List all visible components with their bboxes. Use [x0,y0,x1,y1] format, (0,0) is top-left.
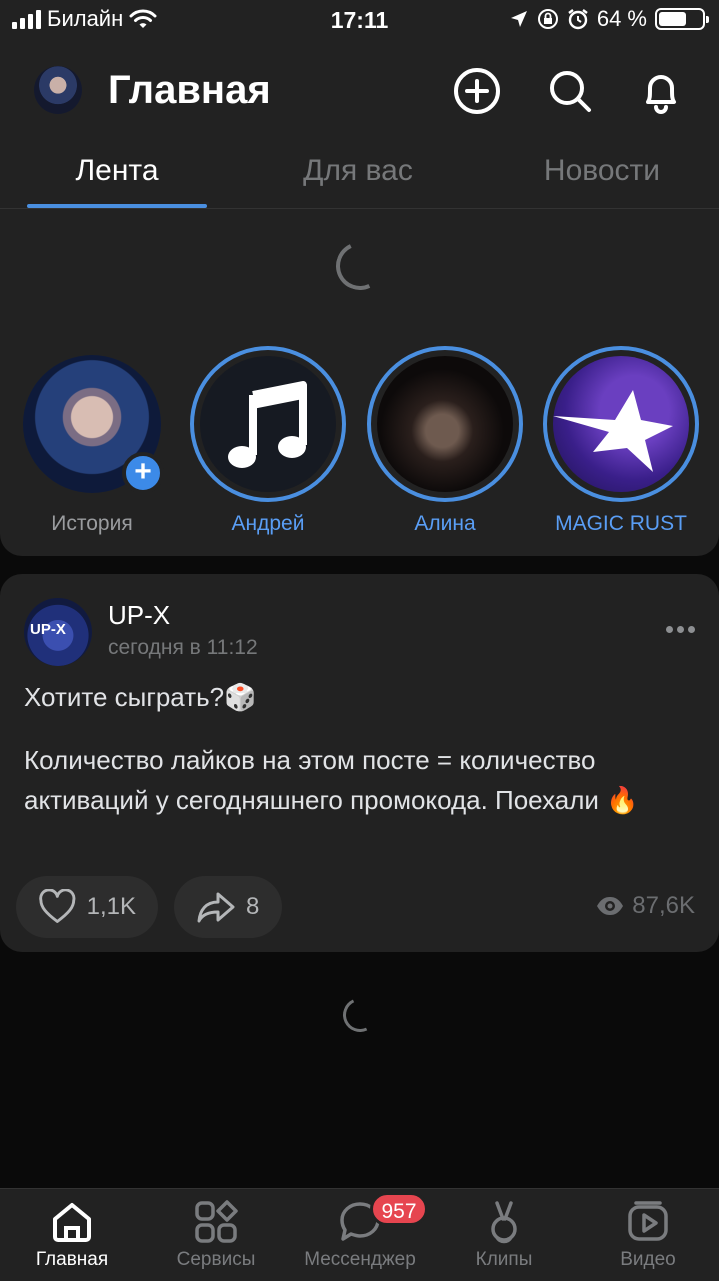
nav-label: Клипы [475,1249,533,1270]
views-counter: 87,6K [596,892,695,920]
share-button[interactable]: 8 [174,876,282,938]
bottom-navigation: Главная Сервисы Мессенджер Клипы Видео [0,1188,719,1281]
story-magic-rust[interactable]: MAGIC RUST [543,346,699,536]
nav-video[interactable]: Видео [576,1189,719,1271]
app-header: Главная [0,60,719,120]
eye-icon [597,897,624,915]
heart-icon [39,889,76,923]
services-icon [195,1200,238,1243]
story-andrey[interactable]: Андрей [190,346,346,536]
post-text-body: Количество лайков на этом посте = количе… [24,745,639,815]
profile-avatar[interactable] [34,66,82,114]
search-icon[interactable] [545,66,595,116]
messenger-unread-badge: 957 [370,1192,428,1226]
post-author-avatar[interactable]: UP-X [24,598,92,666]
avatar-text: UP-X [30,621,66,638]
share-icon [197,892,235,923]
story-label: История [51,512,133,535]
add-story-plus-icon[interactable]: + [122,452,164,494]
story-label: Андрей [231,512,305,535]
notifications-bell-icon[interactable] [636,66,686,116]
tab-lenta[interactable]: Лента [27,154,207,188]
active-tab-indicator [27,204,207,208]
story-add[interactable]: История [14,346,170,536]
status-bar: Билайн 17:11 64 % [0,0,719,42]
post-card: UP-X UP-X сегодня в 11:12 Хотите сыграть… [0,574,719,952]
story-thumb [200,356,336,492]
story-thumb [377,356,513,492]
story-ring [190,346,346,502]
battery-fill [659,12,686,26]
post-text-title: Хотите сыграть?🎲 [24,682,257,712]
star-icon [553,390,673,472]
share-count: 8 [246,893,260,920]
views-count: 87,6K [632,892,695,919]
nav-label: Видео [620,1249,676,1270]
status-right: 64 % [509,6,709,32]
like-button[interactable]: 1,1K [16,876,158,938]
story-ring [367,346,523,502]
video-icon [628,1201,668,1241]
post-timestamp: сегодня в 11:12 [108,636,258,659]
post-author-name[interactable]: UP-X [108,600,170,631]
nav-label: Сервисы [176,1249,256,1270]
story-alina[interactable]: Алина [367,346,523,536]
story-label: MAGIC RUST [555,512,687,535]
story-label: Алина [414,512,476,535]
home-icon [53,1203,91,1242]
nav-clips[interactable]: Клипы [432,1189,576,1271]
tab-news[interactable]: Новости [512,154,692,188]
nav-home[interactable]: Главная [0,1189,144,1271]
feed-tabs: Лента Для вас Новости [0,150,719,209]
nav-services[interactable]: Сервисы [144,1189,288,1271]
nav-label: Мессенджер [304,1249,416,1270]
like-count: 1,1K [86,893,136,920]
alarm-icon [568,9,588,30]
battery-icon [655,8,709,30]
rotation-lock-icon [537,9,558,29]
location-icon [510,11,527,27]
battery-percent: 64 % [596,6,647,31]
post-more-icon[interactable] [666,626,695,633]
music-note-icon [228,381,307,468]
story-thumb [553,356,689,492]
nav-label: Главная [35,1249,109,1270]
page-title: Главная [108,68,271,112]
clips-icon [491,1201,517,1244]
add-button[interactable] [452,66,502,116]
loading-spinner-bottom [338,993,382,1037]
story-ring [543,346,699,502]
tab-for-you[interactable]: Для вас [268,154,448,188]
